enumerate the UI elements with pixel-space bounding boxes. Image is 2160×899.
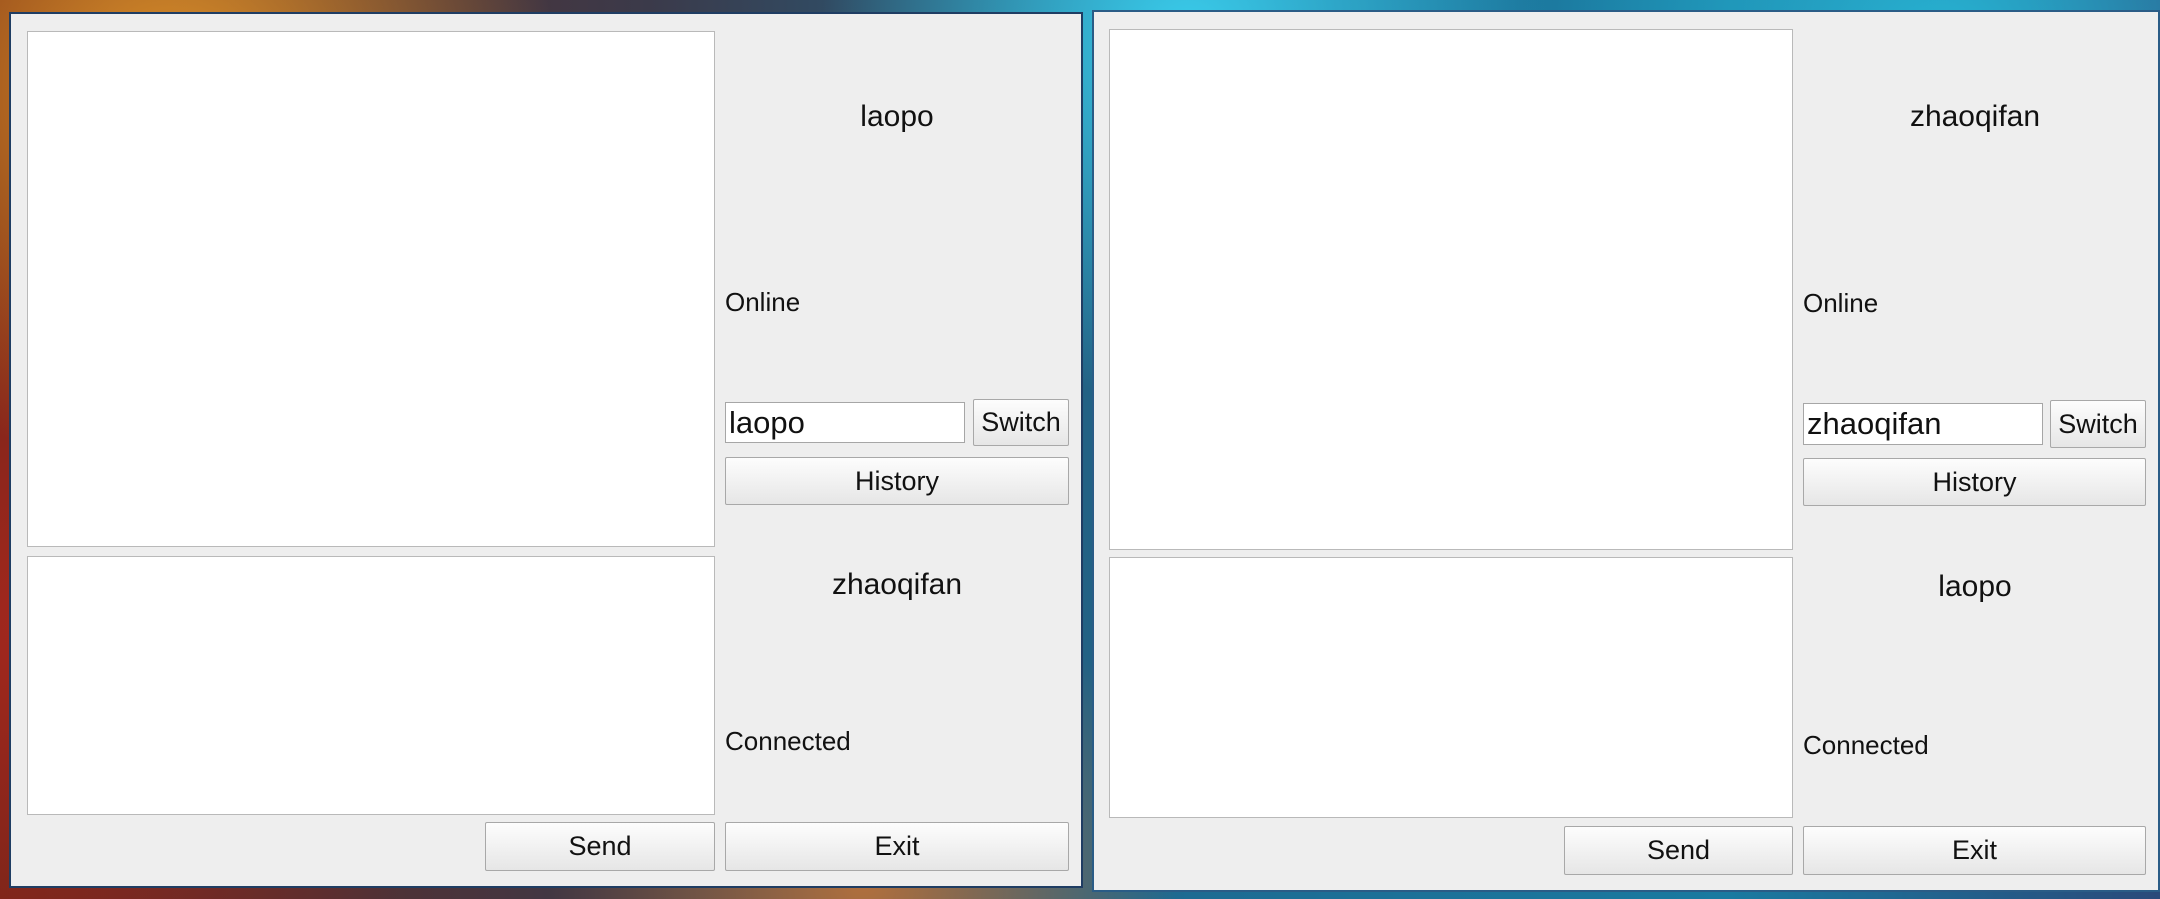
peer-user-name: laopo [1938,570,2012,603]
message-history-area[interactable] [1109,29,1793,550]
message-compose-area[interactable] [27,556,715,815]
peer-status: Connected [1803,730,1929,760]
current-user-name: laopo [860,100,934,133]
current-user-status: Online [725,287,801,317]
switch-button[interactable]: Switch [2050,400,2146,448]
history-button[interactable]: History [725,457,1069,505]
peer-user-name: zhaoqifan [831,568,963,601]
message-history-area[interactable] [27,31,715,547]
chat-window-left: laopo Online laopo Switch History zhaoqi… [9,12,1083,888]
target-user-input[interactable]: zhaoqifan [1803,403,2043,445]
exit-button[interactable]: Exit [1803,826,2146,875]
send-button[interactable]: Send [485,822,715,871]
send-button[interactable]: Send [1564,826,1793,875]
current-user-status: Online [1803,288,1879,318]
exit-button[interactable]: Exit [725,822,1069,871]
message-compose-area[interactable] [1109,557,1793,818]
current-user-name: zhaoqifan [1909,100,2041,133]
history-button[interactable]: History [1803,458,2146,506]
chat-window-right: zhaoqifan Online zhaoqifan Switch Histor… [1092,10,2160,892]
peer-status: Connected [725,726,851,756]
target-user-input[interactable]: laopo [725,402,965,443]
switch-button[interactable]: Switch [973,399,1069,446]
